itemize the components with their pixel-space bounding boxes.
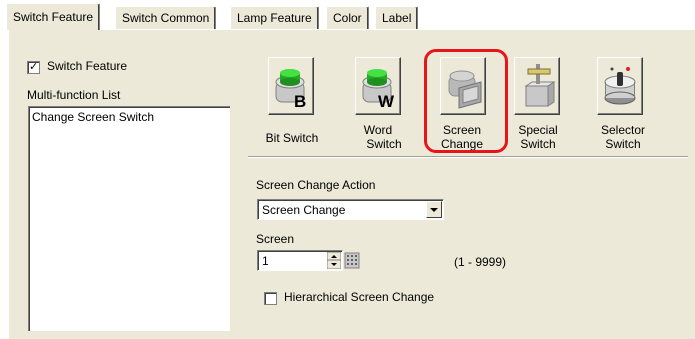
dropdown-button[interactable] bbox=[426, 201, 442, 218]
checkmark-icon: ✓ bbox=[29, 61, 39, 73]
selector-switch-label-line1: Selector bbox=[600, 123, 646, 137]
multi-function-list-label: Multi-function List bbox=[27, 88, 121, 102]
list-item[interactable]: Change Screen Switch bbox=[32, 110, 154, 124]
tab-lamp-feature[interactable]: Lamp Feature bbox=[230, 6, 319, 29]
section-divider bbox=[248, 156, 688, 158]
screen-label: Screen bbox=[256, 232, 295, 246]
screen-range-text: (1 - 9999) bbox=[454, 255, 507, 269]
special-switch-icon bbox=[524, 64, 556, 107]
tab-switch-feature[interactable]: Switch Feature bbox=[6, 3, 101, 30]
svg-text:B: B bbox=[294, 92, 306, 111]
screen-number-field[interactable]: 1 bbox=[257, 250, 343, 271]
word-switch-label-line2: Switch bbox=[366, 137, 402, 151]
selector-switch-label-line2: Switch bbox=[605, 137, 641, 151]
bit-switch-button[interactable]: B bbox=[268, 57, 314, 115]
multi-function-listbox[interactable]: Change Screen Switch bbox=[28, 106, 230, 331]
selector-switch-label: Selector Switch bbox=[592, 123, 654, 151]
screen-number-spinner[interactable] bbox=[326, 251, 342, 270]
screen-change-action-label: Screen Change Action bbox=[256, 178, 376, 192]
word-switch-icon: W bbox=[362, 69, 395, 111]
switch-feature-checkbox[interactable]: ✓ bbox=[27, 61, 40, 74]
keypad-button[interactable] bbox=[344, 251, 360, 270]
screen-change-action-select[interactable]: Screen Change bbox=[257, 199, 444, 220]
screen-number-value: 1 bbox=[262, 254, 269, 268]
selector-switch-button[interactable] bbox=[597, 57, 643, 115]
word-switch-label-line1: Word bbox=[363, 123, 393, 137]
special-switch-label-line2: Switch bbox=[520, 137, 556, 151]
bit-switch-label: Bit Switch bbox=[265, 131, 319, 145]
selected-highlight bbox=[424, 49, 508, 153]
keypad-icon bbox=[344, 252, 360, 269]
special-switch-label-line1: Special bbox=[518, 123, 558, 137]
tab-label[interactable]: Label bbox=[375, 6, 419, 29]
hierarchical-screen-change-checkbox[interactable] bbox=[264, 292, 277, 305]
screen-change-action-value: Screen Change bbox=[262, 203, 346, 217]
switch-feature-checkbox-label: Switch Feature bbox=[47, 59, 128, 73]
tab-color[interactable]: Color bbox=[326, 6, 369, 29]
hierarchical-screen-change-label: Hierarchical Screen Change bbox=[284, 290, 435, 304]
bit-switch-icon: B bbox=[275, 69, 306, 111]
selector-switch-icon bbox=[604, 67, 636, 105]
special-switch-label: Special Switch bbox=[507, 123, 569, 151]
word-switch-button[interactable]: W bbox=[355, 57, 401, 115]
spinner-arrows-icon bbox=[326, 251, 342, 270]
chevron-down-icon bbox=[430, 208, 438, 212]
tab-switch-common[interactable]: Switch Common bbox=[115, 6, 217, 29]
word-switch-label: Word Switch bbox=[347, 123, 409, 151]
special-switch-button[interactable] bbox=[514, 57, 560, 115]
svg-text:W: W bbox=[378, 92, 395, 111]
